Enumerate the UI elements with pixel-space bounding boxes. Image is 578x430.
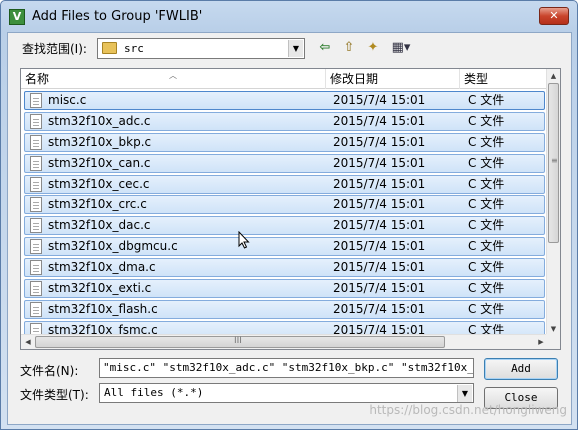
file-name: stm32f10x_dac.c [48, 218, 151, 233]
file-name: stm32f10x_can.c [48, 155, 151, 170]
file-row[interactable]: stm32f10x_dac.c 2015/7/4 15:01 C 文件 [21, 215, 548, 236]
column-header-type[interactable]: 类型 [460, 69, 548, 89]
file-row[interactable]: stm32f10x_dma.c 2015/7/4 15:01 C 文件 [21, 257, 548, 278]
file-modified-date: 2015/7/4 15:01 [333, 239, 426, 254]
chevron-down-icon[interactable]: ▼ [288, 40, 303, 57]
file-modified-date: 2015/7/4 15:01 [333, 218, 426, 233]
file-type-value: All files (*.*) [104, 386, 204, 399]
file-type: C 文件 [468, 155, 505, 170]
file-type: C 文件 [468, 301, 505, 316]
file-modified-date: 2015/7/4 15:01 [333, 176, 426, 191]
file-name: stm32f10x_cec.c [48, 176, 150, 191]
look-in-value: src [124, 42, 144, 55]
file-type: C 文件 [468, 134, 505, 149]
file-modified-date: 2015/7/4 15:01 [333, 197, 426, 212]
back-arrow-icon[interactable]: ⇦ [314, 38, 336, 58]
file-type: C 文件 [468, 281, 505, 296]
keil-app-icon: V [9, 9, 25, 25]
c-file-icon [30, 281, 42, 297]
file-type: C 文件 [468, 93, 505, 107]
file-name: stm32f10x_dma.c [48, 260, 156, 275]
file-type: C 文件 [468, 239, 505, 254]
list-header: 名称 ︿ 修改日期 类型 [21, 69, 548, 89]
window-title: Add Files to Group 'FWLIB' [32, 9, 203, 24]
file-rows: misc.c 2015/7/4 15:01 C 文件 stm32f10x_adc.c 2… [21, 90, 548, 341]
file-row[interactable]: stm32f10x_exti.c 2015/7/4 15:01 C 文件 [21, 278, 548, 299]
c-file-icon [30, 197, 42, 213]
file-modified-date: 2015/7/4 15:01 [333, 281, 426, 296]
file-type: C 文件 [468, 176, 505, 191]
file-row[interactable]: stm32f10x_adc.c 2015/7/4 15:01 C 文件 [21, 111, 548, 132]
c-file-icon [30, 113, 42, 129]
file-row[interactable]: stm32f10x_can.c 2015/7/4 15:01 C 文件 [21, 153, 548, 174]
file-modified-date: 2015/7/4 15:01 [333, 113, 426, 128]
file-row[interactable]: misc.c 2015/7/4 15:01 C 文件 [21, 90, 548, 111]
look-in-label: 查找范围(I): [22, 42, 87, 56]
file-type-dropdown[interactable]: All files (*.*) ▼ [99, 383, 474, 403]
file-row[interactable]: stm32f10x_bkp.c 2015/7/4 15:01 C 文件 [21, 132, 548, 153]
folder-icon [102, 42, 117, 54]
file-name-input[interactable]: "misc.c" "stm32f10x_adc.c" "stm32f10x_bk… [99, 358, 474, 378]
new-folder-icon[interactable]: ✦ [362, 38, 384, 58]
file-type: C 文件 [468, 113, 505, 128]
c-file-icon [30, 134, 42, 150]
look-in-dropdown[interactable]: src ▼ [97, 38, 305, 59]
view-menu-icon[interactable]: ▦▾ [386, 38, 416, 58]
file-name: stm32f10x_adc.c [48, 113, 151, 128]
file-row[interactable]: stm32f10x_cec.c 2015/7/4 15:01 C 文件 [21, 174, 548, 195]
file-name: stm32f10x_exti.c [48, 281, 152, 296]
close-window-button[interactable]: ✕ [539, 7, 569, 25]
file-type: C 文件 [468, 218, 505, 233]
vertical-scroll-thumb[interactable]: ≡ [548, 83, 559, 243]
scroll-up-icon[interactable]: ▲ [547, 69, 560, 83]
c-file-icon [30, 301, 42, 317]
file-name: stm32f10x_bkp.c [48, 134, 152, 149]
c-file-icon [30, 176, 42, 192]
selection-highlight [24, 91, 545, 110]
c-file-icon [30, 239, 42, 255]
vertical-scrollbar[interactable]: ▲ ≡ ▼ [546, 69, 560, 336]
up-folder-icon[interactable]: ⇧ [338, 38, 360, 58]
file-name: misc.c [48, 93, 87, 107]
file-modified-date: 2015/7/4 15:01 [333, 155, 426, 170]
file-modified-date: 2015/7/4 15:01 [333, 301, 426, 316]
file-row[interactable]: stm32f10x_dbgmcu.c 2015/7/4 15:01 C 文件 [21, 236, 548, 257]
sort-caret-icon: ︿ [169, 71, 177, 80]
column-header-name[interactable]: 名称 ︿ [21, 69, 326, 89]
file-type: C 文件 [468, 197, 505, 212]
scroll-left-icon[interactable]: ◀ [21, 335, 35, 349]
file-type-label: 文件类型(T): [20, 388, 89, 402]
chevron-down-icon[interactable]: ▼ [457, 385, 472, 402]
horizontal-scroll-thumb[interactable]: III [35, 336, 445, 348]
file-name: stm32f10x_dbgmcu.c [48, 239, 178, 254]
file-name: stm32f10x_flash.c [48, 301, 158, 316]
add-button[interactable]: Add [484, 358, 558, 380]
title-bar[interactable]: V Add Files to Group 'FWLIB' ✕ [1, 1, 577, 33]
scroll-corner [546, 334, 560, 349]
dialog-body: 查找范围(I): src ▼ ⇦ ⇧ ✦ ▦▾ 名称 ︿ 修改日期 类型 mis… [7, 32, 572, 425]
horizontal-scrollbar[interactable]: ◀ III ▶ [21, 334, 548, 349]
grip-icon: ≡ [551, 156, 558, 165]
column-header-name-label: 名称 [25, 72, 50, 86]
file-modified-date: 2015/7/4 15:01 [333, 93, 426, 107]
file-modified-date: 2015/7/4 15:01 [333, 260, 426, 275]
c-file-icon [30, 218, 42, 234]
grip-icon: III [234, 336, 242, 346]
file-row[interactable]: stm32f10x_flash.c 2015/7/4 15:01 C 文件 [21, 299, 548, 320]
file-type: C 文件 [468, 260, 505, 275]
file-name-label: 文件名(N): [20, 364, 79, 378]
file-row[interactable]: stm32f10x_crc.c 2015/7/4 15:01 C 文件 [21, 194, 548, 215]
c-file-icon [30, 260, 42, 276]
file-modified-date: 2015/7/4 15:01 [333, 134, 426, 149]
add-files-dialog: V Add Files to Group 'FWLIB' ✕ 查找范围(I): … [0, 0, 578, 430]
c-file-icon [30, 155, 42, 171]
c-file-icon [30, 93, 42, 108]
column-header-date[interactable]: 修改日期 [326, 69, 460, 89]
file-list[interactable]: 名称 ︿ 修改日期 类型 misc.c 2015/7/4 15:01 C 文件 stm… [20, 68, 561, 350]
file-name: stm32f10x_crc.c [48, 197, 147, 212]
watermark: https://blog.csdn.net/hongliweng [369, 403, 567, 417]
